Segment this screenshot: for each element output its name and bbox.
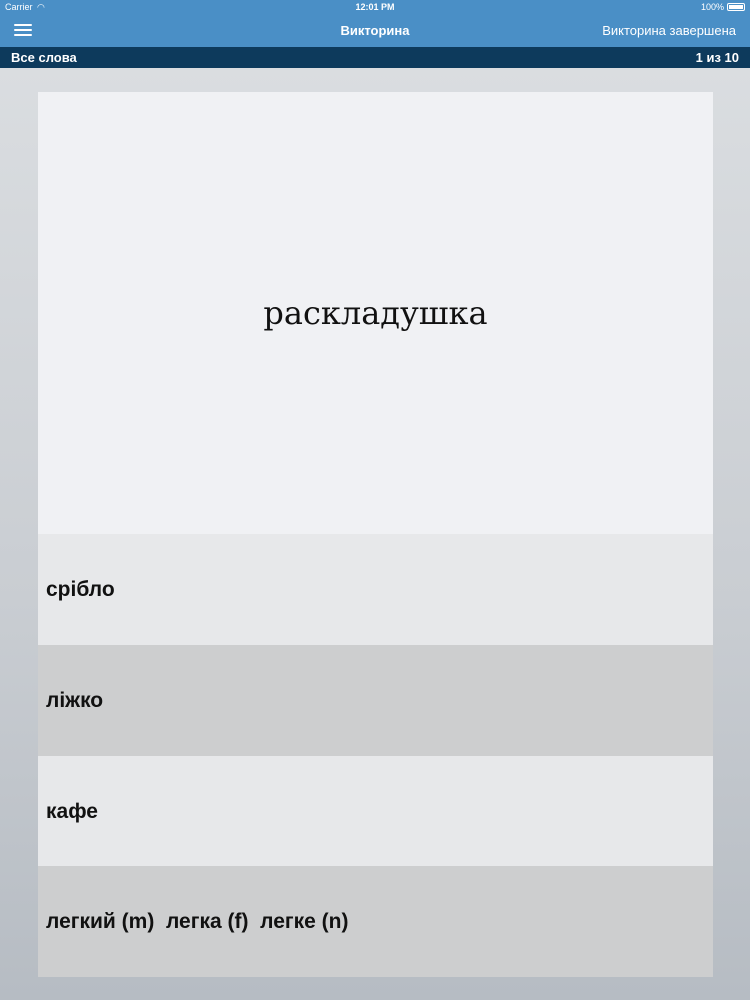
- word-list-label: Все слова: [11, 50, 77, 65]
- answer-option-3[interactable]: кафе: [38, 756, 713, 867]
- question-word: раскладушка: [263, 294, 488, 332]
- status-bar: Carrier ◠ 12:01 PM 100%: [0, 0, 750, 14]
- quiz-info-bar: Все слова 1 из 10: [0, 47, 750, 68]
- navigation-bar: Викторина Викторина завершена: [0, 14, 750, 47]
- finish-quiz-button[interactable]: Викторина завершена: [602, 14, 736, 47]
- quiz-progress: 1 из 10: [695, 50, 739, 65]
- status-time: 12:01 PM: [355, 2, 395, 12]
- answer-option-2[interactable]: ліжко: [38, 645, 713, 756]
- question-panel: раскладушка: [38, 92, 713, 534]
- answer-option-4[interactable]: легкий (m) легка (f) легке (n): [38, 866, 713, 977]
- answer-option-1[interactable]: срібло: [38, 534, 713, 645]
- quiz-card: раскладушка срібло ліжко кафе легкий (m)…: [38, 92, 713, 977]
- battery-icon: [727, 3, 745, 11]
- battery-percent: 100%: [700, 2, 724, 12]
